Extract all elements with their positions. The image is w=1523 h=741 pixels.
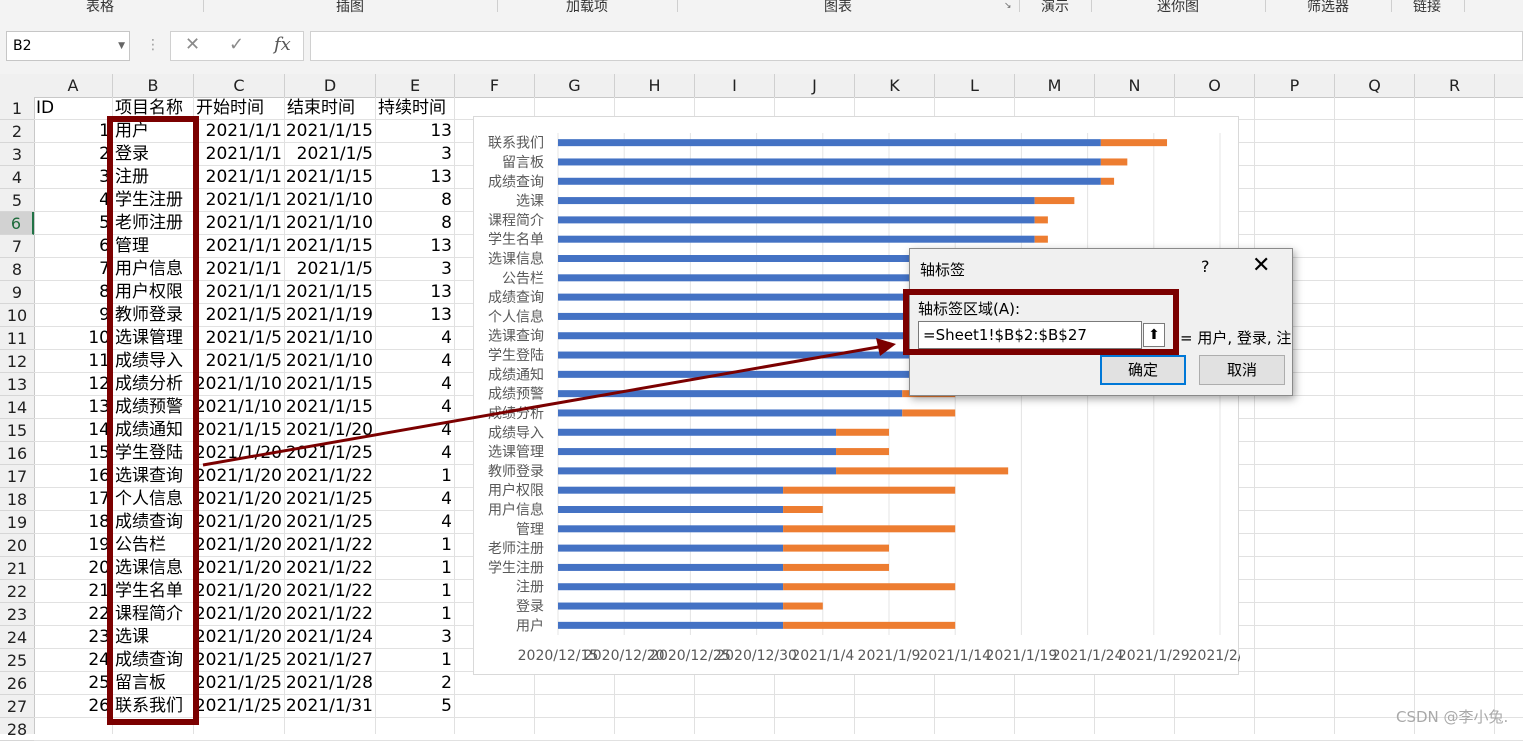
close-icon[interactable]: ✕ [1252, 253, 1270, 278]
help-button[interactable]: ? [1201, 257, 1210, 276]
range-preview: = 用户, 登录, 注册 [1180, 329, 1292, 347]
annotation-arrow [202, 338, 896, 467]
cancel-button[interactable]: 取消 [1199, 355, 1285, 385]
ok-button[interactable]: 确定 [1100, 355, 1186, 385]
dialog-title: 轴标签 [920, 261, 966, 279]
watermark: CSDN @李小兔. [1396, 708, 1509, 726]
highlight-box-range-input [903, 289, 1179, 355]
arrow-head [876, 338, 896, 356]
arrow-line [202, 344, 885, 467]
